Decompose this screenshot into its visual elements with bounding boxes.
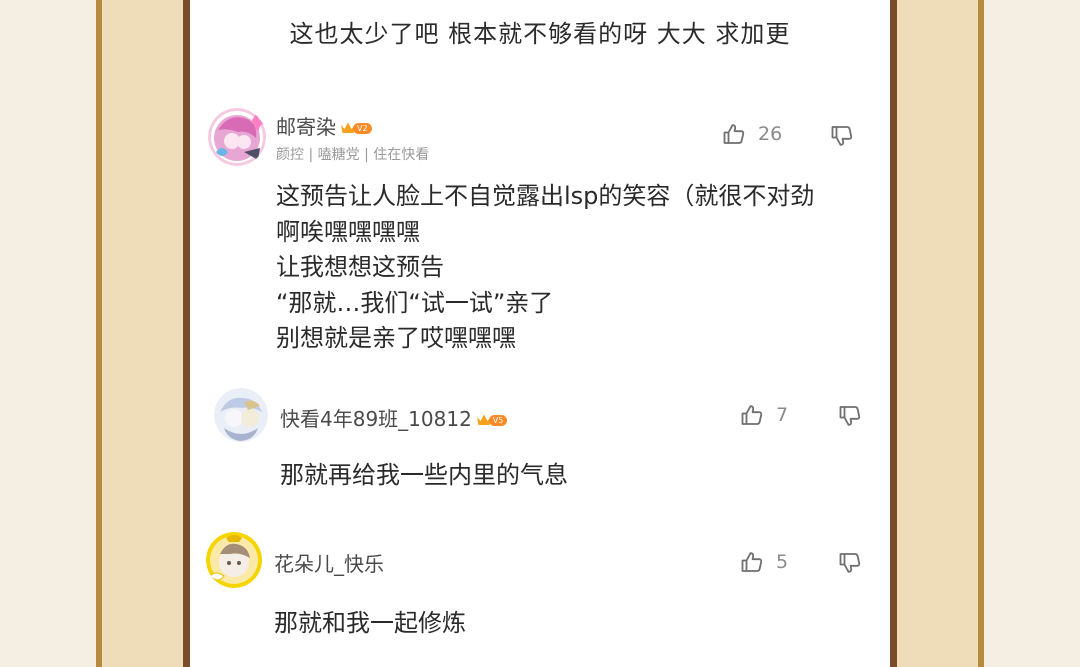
- vip-badge: V5: [476, 407, 508, 431]
- like-button[interactable]: 26: [722, 122, 782, 146]
- username-text[interactable]: 快看4年89班_10812: [280, 407, 472, 431]
- avatar[interactable]: [214, 388, 268, 442]
- comment-username[interactable]: 快看4年89班_10812 V5: [280, 403, 508, 433]
- page-background-left: [0, 0, 96, 667]
- comment-body: 那就再给我一些内里的气息: [280, 458, 568, 494]
- comment-body: 这预告让人脸上不自觉露出lsp的笑容（就很不对劲 啊唉嘿嘿嘿嘿 让我想想这预告 …: [276, 179, 814, 357]
- like-count: 26: [758, 123, 783, 145]
- comment-body: 那就和我一起修炼: [274, 606, 466, 642]
- comment-line: 那就再给我一些内里的气息: [280, 461, 568, 489]
- vip-badge: V2: [340, 115, 372, 139]
- comment-line: 这预告让人脸上不自觉露出lsp的笑容（就很不对劲: [276, 182, 815, 210]
- thumbs-up-icon: [723, 124, 745, 144]
- like-button[interactable]: 7: [740, 403, 788, 427]
- vip-level: V5: [488, 414, 508, 426]
- comment-line: 那就和我一起修炼: [274, 609, 466, 637]
- like-count: 7: [776, 404, 789, 426]
- comment-username[interactable]: 花朵儿_快乐: [274, 548, 384, 577]
- thumbs-down-icon[interactable]: [838, 404, 862, 428]
- username-text[interactable]: 邮寄染: [276, 115, 336, 139]
- like-button[interactable]: 5: [740, 550, 788, 574]
- thumbs-down-icon[interactable]: [838, 551, 862, 575]
- previous-comment-text: 这也太少了吧 根本就不够看的呀 大大 求加更: [289, 20, 791, 48]
- avatar[interactable]: [208, 108, 266, 166]
- username-text[interactable]: 花朵儿_快乐: [274, 552, 384, 576]
- page-background-right: [984, 0, 1080, 667]
- comment-username[interactable]: 邮寄染 V2: [276, 111, 372, 141]
- comment-line: “那就…我们“试一试”亲了: [276, 288, 554, 317]
- comment-line: 啊唉嘿嘿嘿嘿: [276, 217, 420, 246]
- avatar[interactable]: [206, 532, 262, 588]
- comment-panel: 这也太少了吧 根本就不够看的呀 大大 求加更 邮寄染 V2 颜控 | 嗑糖党 | …: [190, 0, 890, 667]
- thumbs-up-icon: [741, 405, 763, 425]
- user-tags: 颜控 | 嗑糖党 | 住在快看: [276, 147, 430, 163]
- thumbs-down-icon[interactable]: [830, 124, 854, 148]
- like-count: 5: [776, 551, 789, 573]
- thumbs-up-icon: [741, 552, 763, 572]
- comment-line: 让我想想这预告: [276, 253, 444, 281]
- vip-level: V2: [353, 122, 372, 134]
- comment-line: 别想就是亲了哎嘿嘿嘿: [276, 324, 516, 352]
